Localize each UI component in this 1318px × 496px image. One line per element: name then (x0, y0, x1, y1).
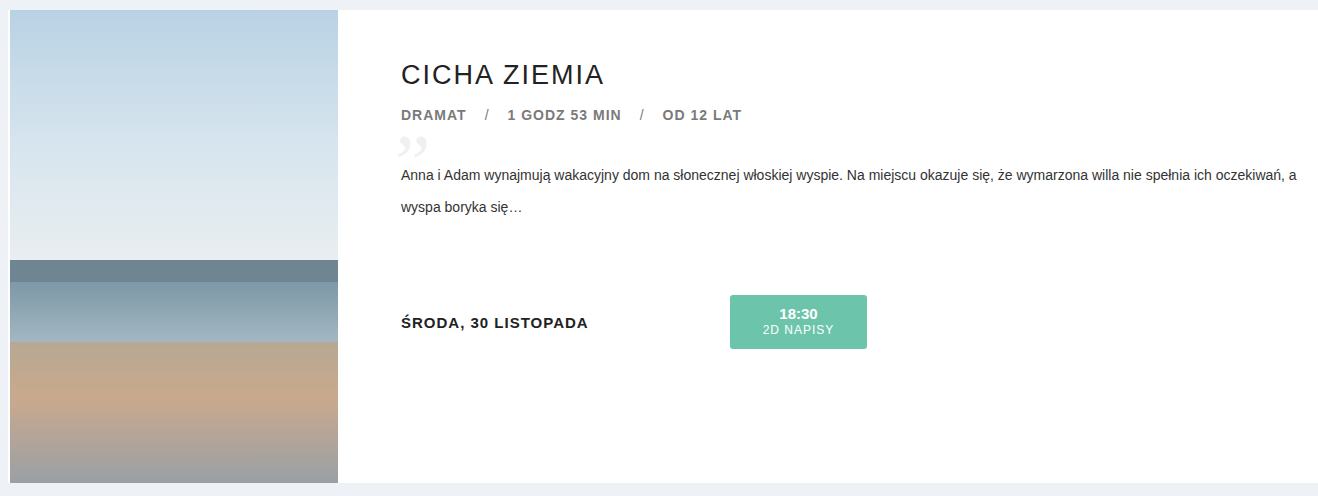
movie-title[interactable]: CICHA ZIEMIA (401, 58, 1304, 93)
quote-icon: ” (395, 123, 431, 203)
showtime-format: 2D NAPISY (763, 323, 835, 339)
meta-separator: / (485, 107, 490, 123)
description: ” Anna i Adam wynajmują wakacyjny dom na… (401, 159, 1304, 223)
movie-meta: DRAMAT / 1 GODZ 53 MIN / OD 12 LAT (401, 107, 1304, 123)
showing-times: 18:30 2D NAPISY (730, 295, 867, 349)
page: CICHA ZIEMIA DRAMAT / 1 GODZ 53 MIN / OD 1… (0, 0, 1318, 496)
showtime-time: 18:30 (779, 305, 817, 323)
movie-details: CICHA ZIEMIA DRAMAT / 1 GODZ 53 MIN / OD 1… (338, 10, 1318, 483)
movie-card: CICHA ZIEMIA DRAMAT / 1 GODZ 53 MIN / OD 1… (8, 10, 1318, 483)
meta-separator: / (640, 107, 645, 123)
showing-day: ŚRODA, 30 LISTOPADA (401, 314, 730, 331)
meta-item: OD 12 LAT (663, 107, 743, 123)
showtime-button[interactable]: 18:30 2D NAPISY (730, 295, 867, 349)
meta-item: DRAMAT (401, 107, 467, 123)
showing-row: ŚRODA, 30 LISTOPADA 18:30 2D NAPISY (401, 295, 1304, 349)
description-text: Anna i Adam wynajmują wakacyjny dom na s… (401, 159, 1304, 223)
poster-image[interactable] (10, 10, 338, 483)
meta-item: 1 GODZ 53 MIN (508, 107, 622, 123)
